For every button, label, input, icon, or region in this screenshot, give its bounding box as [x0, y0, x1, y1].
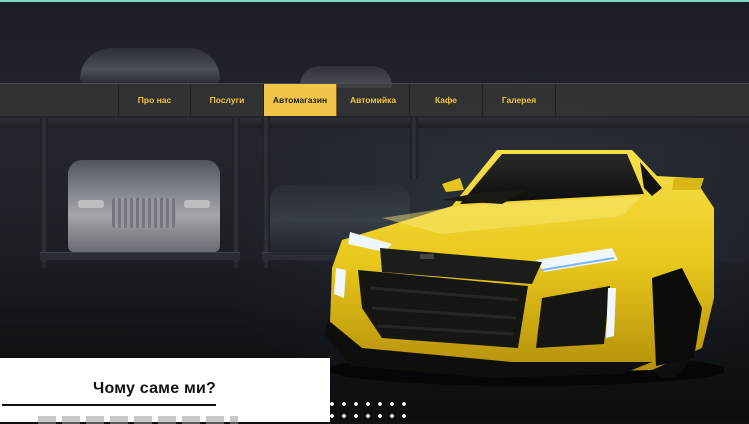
nav-item-services[interactable]: Послуги	[191, 84, 264, 116]
lift-platform	[40, 252, 240, 260]
headlight	[184, 200, 210, 208]
decorative-dot-grid	[278, 398, 408, 422]
background-white-car	[68, 160, 220, 252]
top-accent-line	[0, 0, 749, 2]
nav-item-car-wash[interactable]: Автомийка	[337, 84, 410, 116]
garage-lift-beam	[0, 118, 749, 128]
background-car-upper-left	[80, 48, 220, 84]
yellow-sports-car-image	[324, 150, 724, 386]
why-us-text-preview	[38, 416, 238, 424]
nav-item-gallery[interactable]: Галерея	[483, 84, 556, 116]
nav-item-cafe[interactable]: Кафе	[410, 84, 483, 116]
main-navigation: Про нас Послуги Автомагазин Автомийка Ка…	[0, 83, 749, 117]
lift-post	[40, 118, 48, 268]
nav-item-auto-shop[interactable]: Автомагазин	[264, 84, 337, 116]
lift-post	[262, 118, 270, 268]
headlight	[78, 200, 104, 208]
lift-post	[232, 118, 240, 268]
title-underline	[2, 404, 216, 406]
car-grille	[112, 198, 176, 228]
why-us-title: Чому саме ми?	[93, 380, 216, 397]
nav-list: Про нас Послуги Автомагазин Автомийка Ка…	[118, 84, 556, 116]
nav-item-about[interactable]: Про нас	[118, 84, 191, 116]
